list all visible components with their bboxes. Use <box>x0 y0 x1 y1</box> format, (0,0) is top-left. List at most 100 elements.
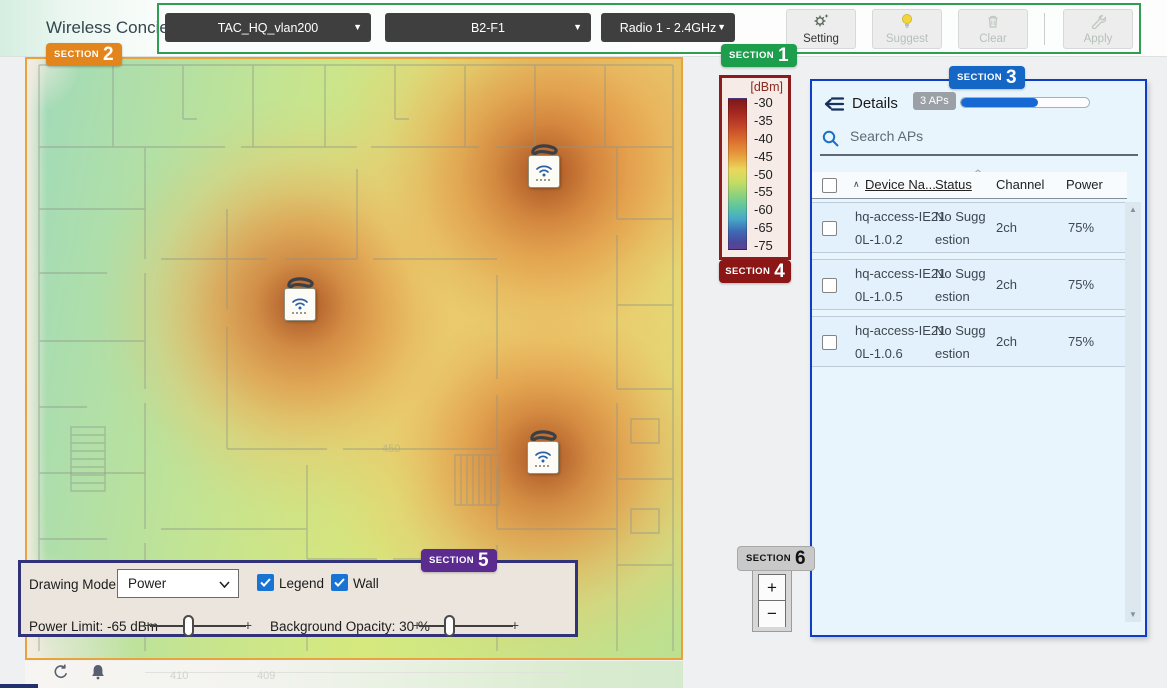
floor-dropdown[interactable]: B2-F1 ▼ <box>385 13 591 42</box>
ap-table-header: ∧ Device Na... Status Channel Power <box>812 172 1127 199</box>
wifi-icon <box>290 296 310 311</box>
wall-checkbox[interactable] <box>331 574 348 591</box>
network-dropdown-value: TAC_HQ_vlan200 <box>218 21 319 35</box>
row-checkbox[interactable] <box>822 221 837 236</box>
setting-button-label: Setting <box>803 33 839 45</box>
search-underline <box>820 154 1138 156</box>
device-channel: 2ch <box>996 334 1017 349</box>
background-opacity-label: Background Opacity: 30 % <box>270 619 430 634</box>
wall-checkbox-label: Wall <box>353 576 379 591</box>
ap-antenna-icon <box>526 428 560 442</box>
power-limit-label: Power Limit: -65 dBm <box>29 619 158 634</box>
device-power: 75% <box>1068 277 1094 292</box>
legend-tick: -35 <box>754 113 773 128</box>
collapse-panel-icon[interactable] <box>824 94 846 119</box>
column-header-power: Power <box>1066 177 1103 192</box>
slider-end-mark: + <box>511 617 519 633</box>
zoom-in-button[interactable]: + <box>759 575 785 601</box>
table-row[interactable]: hq-access-IE21 0L-1.0.6 No Sugg estion 2… <box>812 316 1127 367</box>
table-row[interactable]: hq-access-IE21 0L-1.0.5 No Sugg estion 2… <box>812 259 1127 310</box>
setting-button[interactable]: Setting <box>786 9 856 49</box>
progress-bar[interactable] <box>960 97 1090 108</box>
radio-dropdown[interactable]: Radio 1 - 2.4GHz ▼ <box>601 13 735 42</box>
drawing-mode-select[interactable]: Power <box>117 569 239 598</box>
trash-icon <box>986 14 1000 32</box>
device-status: estion <box>935 289 970 304</box>
device-power: 75% <box>1068 220 1094 235</box>
select-all-checkbox[interactable] <box>822 178 837 193</box>
suggest-button[interactable]: Suggest <box>872 9 942 49</box>
section2-tag: SECTION 2 <box>46 43 122 66</box>
ap-count-badge: 3 APs <box>913 92 956 110</box>
wrench-icon <box>1091 14 1106 32</box>
table-row[interactable]: hq-access-IE21 0L-1.0.2 No Sugg estion 2… <box>812 202 1127 253</box>
search-input[interactable] <box>850 128 1050 144</box>
legend-tick: -65 <box>754 220 773 235</box>
ap-label-dots <box>292 312 308 314</box>
device-name: hq-access-IE21 <box>855 266 945 281</box>
device-name: hq-access-IE21 <box>855 209 945 224</box>
ap-label-dots <box>536 179 552 181</box>
room-number-label: 409 <box>257 670 275 682</box>
row-checkbox[interactable] <box>822 278 837 293</box>
slider-thumb[interactable] <box>444 615 455 637</box>
device-channel: 2ch <box>996 220 1017 235</box>
column-header-device-name[interactable]: Device Na... <box>865 177 936 192</box>
floorplan-faint-line <box>145 672 565 673</box>
map-bottom-strip: 410 409 <box>25 661 683 688</box>
ap-marker[interactable] <box>527 142 561 189</box>
slider-thumb[interactable] <box>183 615 194 637</box>
ap-antenna-icon <box>283 275 317 289</box>
legend-checkbox[interactable] <box>257 574 274 591</box>
apply-button[interactable]: Apply <box>1063 9 1133 49</box>
zoom-out-button[interactable]: − <box>759 601 785 627</box>
drawing-mode-value: Power <box>128 576 166 591</box>
row-checkbox[interactable] <box>822 335 837 350</box>
legend-tick: -75 <box>754 238 773 253</box>
apply-button-label: Apply <box>1084 33 1113 45</box>
ap-details-panel: Details 3 APs ∧ Device Na... Status Chan… <box>810 79 1147 637</box>
scroll-down-arrow[interactable]: ▼ <box>1125 610 1141 619</box>
legend-tick: -30 <box>754 95 773 110</box>
bell-icon[interactable] <box>90 663 110 683</box>
ap-antenna-icon <box>527 142 561 156</box>
section3-tag: SECTION 3 <box>949 66 1025 89</box>
ap-marker[interactable] <box>283 275 317 322</box>
refresh-icon[interactable] <box>52 663 72 683</box>
device-status: No Sugg <box>935 266 986 281</box>
map-zoom-control: + − <box>752 569 792 632</box>
legend-tick: -55 <box>754 184 773 199</box>
sort-ascending-icon: ∧ <box>853 179 860 190</box>
power-limit-slider[interactable]: + + <box>144 614 252 638</box>
legend-tick: -50 <box>754 167 773 182</box>
device-status: estion <box>935 346 970 361</box>
toolbar-divider <box>1044 13 1045 45</box>
slider-track <box>150 625 246 627</box>
device-name: 0L-1.0.6 <box>855 346 903 361</box>
legend-checkbox-label: Legend <box>279 576 324 591</box>
top-toolbar: Wireless Concierge TAC_HQ_vlan200 ▼ B2-F… <box>0 0 1167 57</box>
clear-button[interactable]: Clear <box>958 9 1028 49</box>
device-status: estion <box>935 232 970 247</box>
window-edge <box>0 684 38 688</box>
background-opacity-slider[interactable]: + + <box>413 614 519 638</box>
table-scrollbar[interactable]: ▲ ▼ <box>1125 202 1141 622</box>
network-dropdown[interactable]: TAC_HQ_vlan200 ▼ <box>165 13 371 42</box>
column-header-status[interactable]: Status <box>935 177 972 192</box>
ap-marker[interactable] <box>526 428 560 475</box>
wireless-concierge-screen: Wireless Concierge TAC_HQ_vlan200 ▼ B2-F… <box>0 0 1167 688</box>
lightbulb-icon <box>900 13 914 32</box>
legend-tick: -45 <box>754 149 773 164</box>
gear-icon <box>813 13 830 32</box>
room-number-label: 450 <box>382 443 400 455</box>
scroll-up-arrow[interactable]: ▲ <box>1125 205 1141 214</box>
device-name: 0L-1.0.5 <box>855 289 903 304</box>
room-number-label: 410 <box>170 670 188 682</box>
slider-track <box>419 625 513 627</box>
progress-bar-fill <box>961 98 1038 107</box>
legend-tick-labels: -30 -35 -40 -45 -50 -55 -60 -65 -75 <box>754 95 773 253</box>
slider-end-mark: + <box>244 617 252 633</box>
panel-title: Details <box>852 95 898 112</box>
dbm-color-legend: [dBm] -30 -35 -40 -45 -50 -55 -60 -65 -7… <box>719 75 791 260</box>
device-channel: 2ch <box>996 277 1017 292</box>
